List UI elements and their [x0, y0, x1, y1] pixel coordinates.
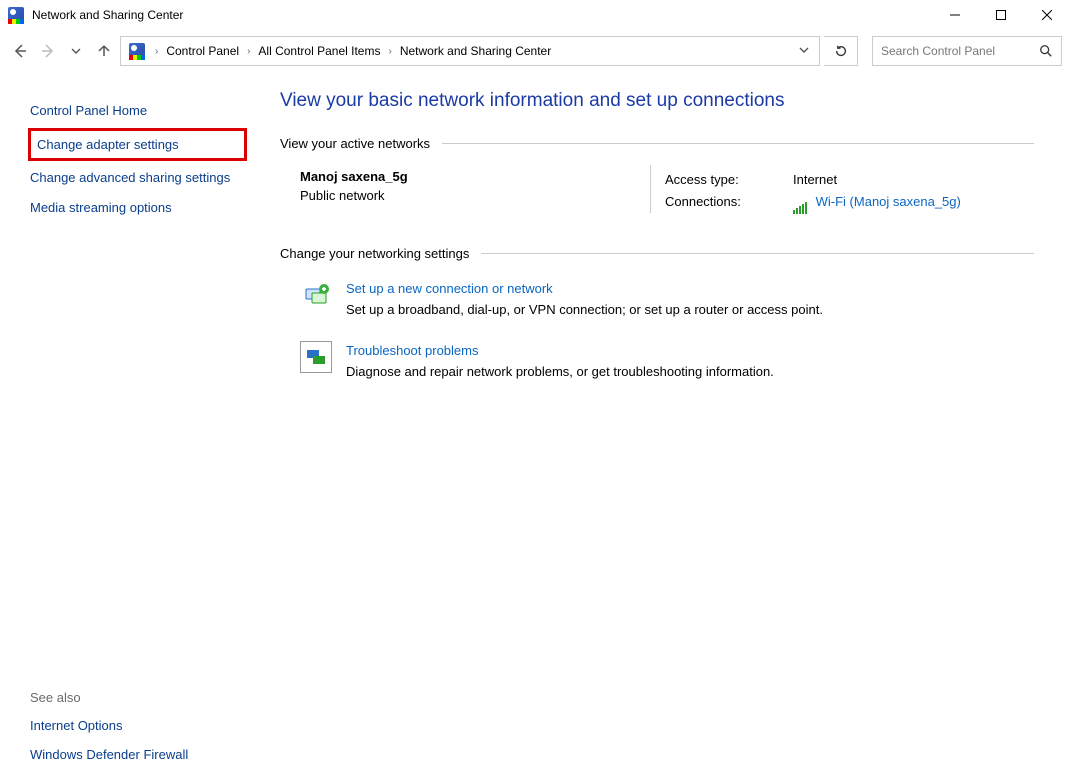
- breadcrumb-icon: [129, 43, 145, 59]
- troubleshoot-desc: Diagnose and repair network problems, or…: [346, 364, 774, 379]
- setup-connection-desc: Set up a broadband, dial-up, or VPN conn…: [346, 302, 823, 317]
- wifi-signal-icon: [793, 192, 808, 214]
- sidebar-link-advanced[interactable]: Change advanced sharing settings: [28, 163, 247, 193]
- connection-link[interactable]: Wi-Fi (Manoj saxena_5g): [793, 191, 961, 214]
- sidebar: Control Panel Home Change adapter settin…: [0, 72, 260, 782]
- connections-label: Connections:: [665, 191, 765, 214]
- network-type: Public network: [300, 188, 650, 203]
- chevron-right-icon[interactable]: ›: [243, 46, 254, 57]
- divider: [650, 165, 651, 213]
- active-network-row: Manoj saxena_5g Public network Access ty…: [300, 169, 1034, 214]
- nav-up-button[interactable]: [92, 39, 116, 63]
- search-placeholder: Search Control Panel: [881, 44, 1033, 58]
- sidebar-link-media[interactable]: Media streaming options: [28, 193, 247, 223]
- section-label: View your active networks: [280, 136, 430, 151]
- sidebar-link-internet-options[interactable]: Internet Options: [28, 711, 247, 741]
- refresh-button[interactable]: [824, 36, 858, 66]
- main-content: View your basic network information and …: [260, 72, 1070, 782]
- divider: [481, 253, 1034, 254]
- access-type-value: Internet: [793, 169, 837, 191]
- chevron-right-icon[interactable]: ›: [151, 46, 162, 57]
- page-title: View your basic network information and …: [280, 90, 1034, 112]
- section-label: Change your networking settings: [280, 246, 469, 261]
- setup-connection-row: Set up a new connection or network Set u…: [300, 279, 1034, 317]
- breadcrumb-item[interactable]: Network and Sharing Center: [398, 44, 553, 58]
- sidebar-link-adapter[interactable]: Change adapter settings: [28, 128, 247, 162]
- search-input[interactable]: Search Control Panel: [872, 36, 1062, 66]
- breadcrumb-bar[interactable]: › Control Panel › All Control Panel Item…: [120, 36, 820, 66]
- setup-connection-icon: [300, 279, 332, 311]
- recent-locations-button[interactable]: [64, 39, 88, 63]
- section-change-settings: Change your networking settings: [280, 246, 1034, 261]
- divider: [442, 143, 1034, 144]
- breadcrumb-dropdown-button[interactable]: [793, 44, 815, 58]
- sidebar-link-firewall[interactable]: Windows Defender Firewall: [28, 740, 247, 770]
- close-button[interactable]: [1024, 0, 1070, 30]
- title-bar: Network and Sharing Center: [0, 0, 1070, 30]
- minimize-button[interactable]: [932, 0, 978, 30]
- nav-forward-button[interactable]: [36, 39, 60, 63]
- nav-back-button[interactable]: [8, 39, 32, 63]
- breadcrumb-item[interactable]: Control Panel: [164, 44, 241, 58]
- setup-connection-link[interactable]: Set up a new connection or network: [346, 281, 823, 296]
- window-title: Network and Sharing Center: [32, 8, 183, 22]
- access-type-label: Access type:: [665, 169, 765, 191]
- breadcrumb-item[interactable]: All Control Panel Items: [256, 44, 382, 58]
- section-active-networks: View your active networks: [280, 136, 1034, 151]
- maximize-button[interactable]: [978, 0, 1024, 30]
- network-name: Manoj saxena_5g: [300, 169, 650, 184]
- see-also-label: See also: [28, 684, 247, 711]
- toolbar: › Control Panel › All Control Panel Item…: [0, 30, 1070, 72]
- troubleshoot-icon: [300, 341, 332, 373]
- sidebar-link-home[interactable]: Control Panel Home: [28, 96, 247, 126]
- search-icon: [1039, 44, 1053, 58]
- chevron-right-icon[interactable]: ›: [384, 46, 395, 57]
- app-icon: [8, 7, 24, 23]
- connection-name: Wi-Fi (Manoj saxena_5g): [816, 194, 961, 209]
- troubleshoot-row: Troubleshoot problems Diagnose and repai…: [300, 341, 1034, 379]
- troubleshoot-link[interactable]: Troubleshoot problems: [346, 343, 774, 358]
